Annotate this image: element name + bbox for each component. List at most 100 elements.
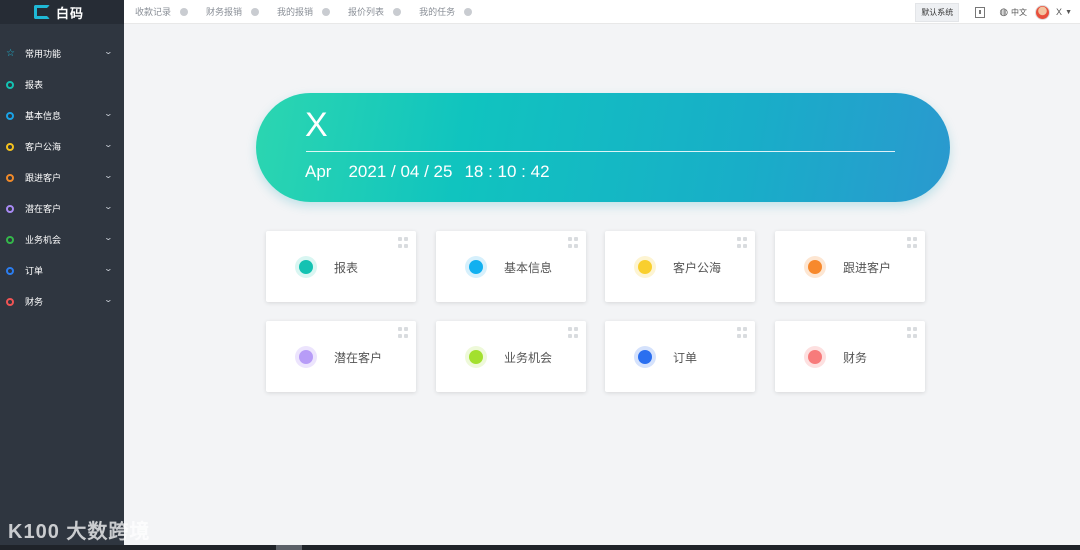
sidebar-item[interactable]: 跟进客户 ⌄	[0, 162, 124, 193]
sidebar-item[interactable]: 基本信息 ⌄	[0, 100, 124, 131]
sidebar-item[interactable]: ☆ 常用功能 ⌄	[0, 38, 124, 69]
language-switch[interactable]: 中文	[1011, 7, 1027, 18]
sidebar-item-label: 常用功能	[25, 49, 62, 59]
globe-icon[interactable]: ◍	[999, 7, 1008, 18]
circle-icon	[634, 256, 656, 278]
sidebar-item[interactable]: 客户公海 ⌄	[0, 131, 124, 162]
card-label: 订单	[673, 351, 698, 365]
circle-icon	[6, 142, 14, 151]
close-icon[interactable]	[251, 7, 260, 16]
circle-icon	[295, 346, 317, 368]
banner-user-name: X	[305, 106, 328, 144]
card-label: 跟进客户	[843, 261, 892, 275]
card-label: 潜在客户	[334, 351, 383, 365]
sidebar-item-label: 报表	[25, 80, 44, 90]
tab[interactable]: 收款记录	[124, 0, 195, 24]
circle-icon	[6, 235, 14, 244]
circle-icon	[804, 256, 826, 278]
taskbar-item[interactable]	[276, 545, 302, 550]
system-switch-button[interactable]: 默认系统	[915, 2, 960, 22]
shortcut-card[interactable]: 客户公海	[605, 231, 755, 302]
tab[interactable]: 财务报销	[195, 0, 266, 24]
drag-handle-icon[interactable]	[907, 327, 918, 338]
sidebar-item-label: 业务机会	[25, 235, 62, 245]
shortcut-card[interactable]: 订单	[605, 321, 755, 392]
chevron-down-icon: ⌄	[103, 109, 114, 118]
sidebar-item[interactable]: 潜在客户 ⌄	[0, 193, 124, 224]
shortcut-card[interactable]: 跟进客户	[775, 231, 925, 302]
circle-icon	[6, 80, 14, 89]
chevron-down-icon: ⌄	[103, 295, 114, 304]
chevron-down-icon: ⌄	[103, 140, 114, 149]
tab-label: 我的任务	[419, 7, 456, 17]
card-label: 财务	[843, 351, 868, 365]
circle-icon	[6, 297, 14, 306]
star-icon: ☆	[6, 47, 15, 59]
sidebar-item-label: 潜在客户	[25, 204, 62, 214]
chevron-down-icon: ⌄	[103, 171, 114, 180]
sidebar-item-label: 财务	[25, 297, 44, 307]
chevron-down-icon: ⌄	[103, 47, 114, 56]
document-icon[interactable]	[975, 6, 986, 18]
avatar[interactable]	[1035, 4, 1051, 20]
shortcut-card[interactable]: 潜在客户	[266, 321, 416, 392]
close-icon[interactable]	[464, 7, 473, 16]
card-label: 报表	[334, 261, 359, 275]
circle-icon	[295, 256, 317, 278]
sidebar-item[interactable]: 财务 ⌄	[0, 286, 124, 317]
drag-handle-icon[interactable]	[568, 327, 579, 338]
circle-icon	[6, 173, 14, 182]
caret-down-icon[interactable]: ▼	[1065, 9, 1072, 16]
circle-icon	[6, 204, 14, 213]
circle-icon	[465, 256, 487, 278]
close-icon[interactable]	[393, 7, 402, 16]
close-icon[interactable]	[180, 7, 189, 16]
card-label: 业务机会	[504, 351, 553, 365]
taskbar	[0, 545, 1080, 550]
drag-handle-icon[interactable]	[907, 237, 918, 248]
shortcut-card[interactable]: 基本信息	[436, 231, 586, 302]
sidebar-item[interactable]: 报表	[0, 69, 124, 100]
watermark: K100 大数跨境	[8, 521, 151, 543]
tab[interactable]: 我的报销	[266, 0, 337, 24]
tab-label: 报价列表	[348, 7, 385, 17]
sidebar: 白码 ☆ 常用功能 ⌄ 报表 基本信息 ⌄ 客户公海 ⌄ 跟进客户 ⌄ 潜在客户 ⌄ 业务机会 ⌄ 订单 ⌄ 财…	[0, 0, 124, 545]
circle-icon	[6, 266, 14, 275]
sidebar-item[interactable]: 订单 ⌄	[0, 255, 124, 286]
drag-handle-icon[interactable]	[737, 327, 748, 338]
tab-strip: 收款记录 财务报销 我的报销 报价列表 我的任务	[124, 0, 479, 24]
shortcut-card[interactable]: 财务	[775, 321, 925, 392]
close-icon[interactable]	[322, 7, 331, 16]
banner-clock: 18 : 10 : 42	[464, 162, 550, 181]
circle-icon	[6, 111, 14, 120]
tab-label: 收款记录	[135, 7, 172, 17]
sidebar-item-label: 基本信息	[25, 111, 62, 121]
header-actions: 默认系统 ◍ 中文 X ▼	[915, 0, 1080, 24]
circle-icon	[804, 346, 826, 368]
app-name: 白码	[56, 5, 85, 21]
drag-handle-icon[interactable]	[568, 237, 579, 248]
sidebar-item-label: 客户公海	[25, 142, 62, 152]
tab[interactable]: 报价列表	[337, 0, 408, 24]
sidebar-menu: ☆ 常用功能 ⌄ 报表 基本信息 ⌄ 客户公海 ⌄ 跟进客户 ⌄ 潜在客户 ⌄ 业务机会 ⌄ 订单 ⌄ 财务 ⌄	[0, 24, 124, 317]
sidebar-item[interactable]: 业务机会 ⌄	[0, 224, 124, 255]
shortcut-card[interactable]: 报表	[266, 231, 416, 302]
banner-month: Apr	[305, 162, 332, 181]
banner-datetime: Apr 2021 / 04 / 25 18 : 10 : 42	[305, 162, 550, 182]
shortcut-card[interactable]: 业务机会	[436, 321, 586, 392]
sidebar-item-label: 跟进客户	[25, 173, 62, 183]
tab[interactable]: 我的任务	[408, 0, 479, 24]
card-label: 基本信息	[504, 261, 553, 275]
circle-icon	[634, 346, 656, 368]
user-name[interactable]: X	[1056, 7, 1062, 17]
drag-handle-icon[interactable]	[398, 327, 409, 338]
tab-label: 财务报销	[206, 7, 243, 17]
welcome-banner: X Apr 2021 / 04 / 25 18 : 10 : 42	[256, 93, 950, 202]
top-bar: 收款记录 财务报销 我的报销 报价列表 我的任务 默认系统 ◍ 中文 X ▼	[124, 0, 1080, 24]
circle-icon	[465, 346, 487, 368]
brand[interactable]: 白码	[0, 0, 124, 24]
drag-handle-icon[interactable]	[398, 237, 409, 248]
banner-divider	[306, 151, 895, 152]
card-label: 客户公海	[673, 261, 722, 275]
drag-handle-icon[interactable]	[737, 237, 748, 248]
